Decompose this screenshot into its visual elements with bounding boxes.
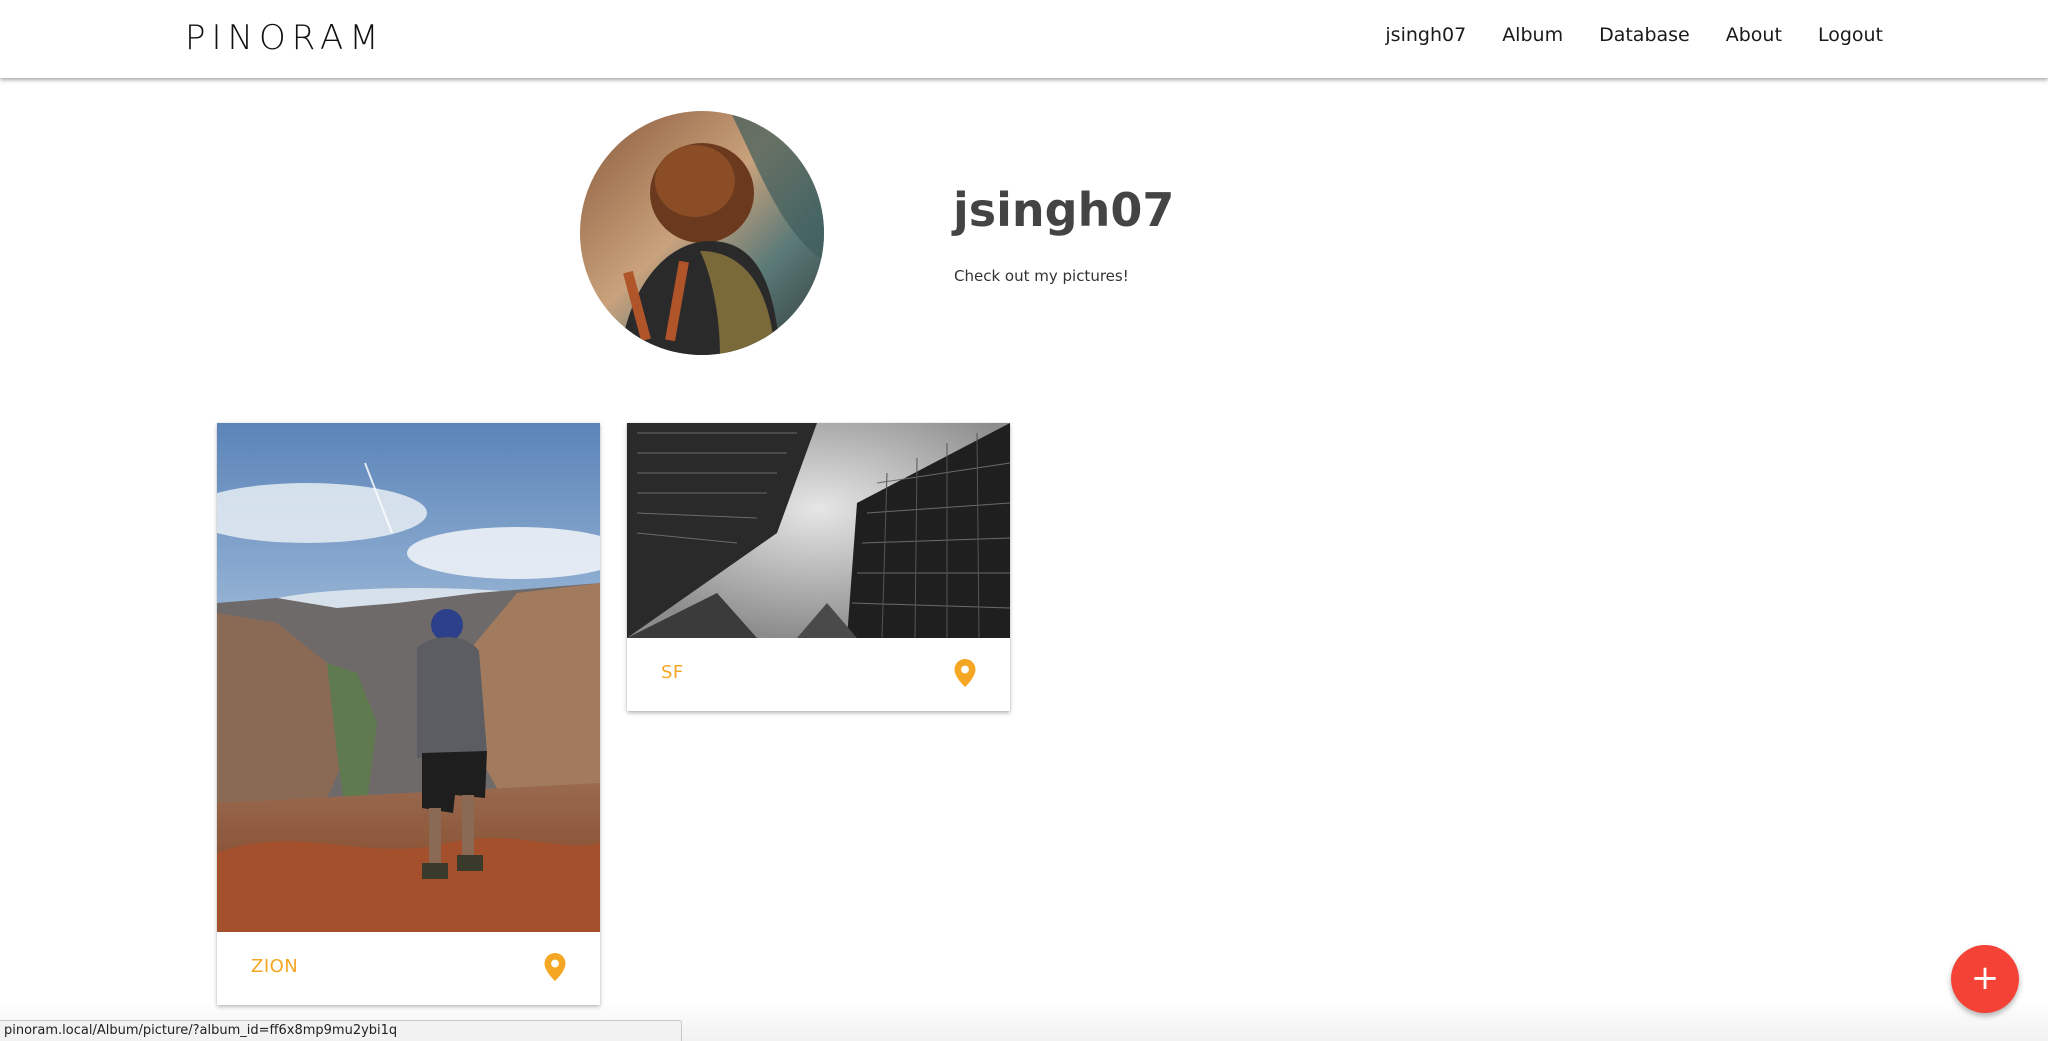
nav-link-database[interactable]: Database: [1599, 24, 1690, 46]
add-album-button[interactable]: +: [1951, 945, 2019, 1013]
album-title: ZION: [251, 956, 299, 977]
profile-avatar: [580, 111, 824, 355]
nav-links: jsingh07 Album Database About Logout: [1385, 24, 1883, 46]
album-card-footer: ZION: [217, 932, 600, 1005]
location-pin-icon[interactable]: [544, 953, 566, 981]
nav-link-profile[interactable]: jsingh07: [1385, 24, 1466, 46]
album-card-sf[interactable]: SF: [627, 423, 1010, 711]
album-card-footer: SF: [627, 638, 1010, 711]
location-pin-icon[interactable]: [954, 659, 976, 687]
link-preview-status-bar: pinoram.local/Album/picture/?album_id=ff…: [0, 1020, 682, 1041]
album-title: SF: [661, 662, 684, 683]
album-cover-image[interactable]: [217, 423, 600, 932]
nav-link-album[interactable]: Album: [1502, 24, 1563, 46]
nav-link-logout[interactable]: Logout: [1818, 24, 1883, 46]
album-cover-image[interactable]: [627, 423, 1010, 638]
navbar: PINORAM jsingh07 Album Database About Lo…: [0, 0, 2048, 78]
album-card-zion[interactable]: ZION: [217, 423, 600, 1005]
profile-username: jsingh07: [953, 183, 1175, 237]
profile-bio: Check out my pictures!: [954, 267, 1129, 285]
brand-logo[interactable]: PINORAM: [185, 18, 385, 58]
nav-link-about[interactable]: About: [1726, 24, 1782, 46]
